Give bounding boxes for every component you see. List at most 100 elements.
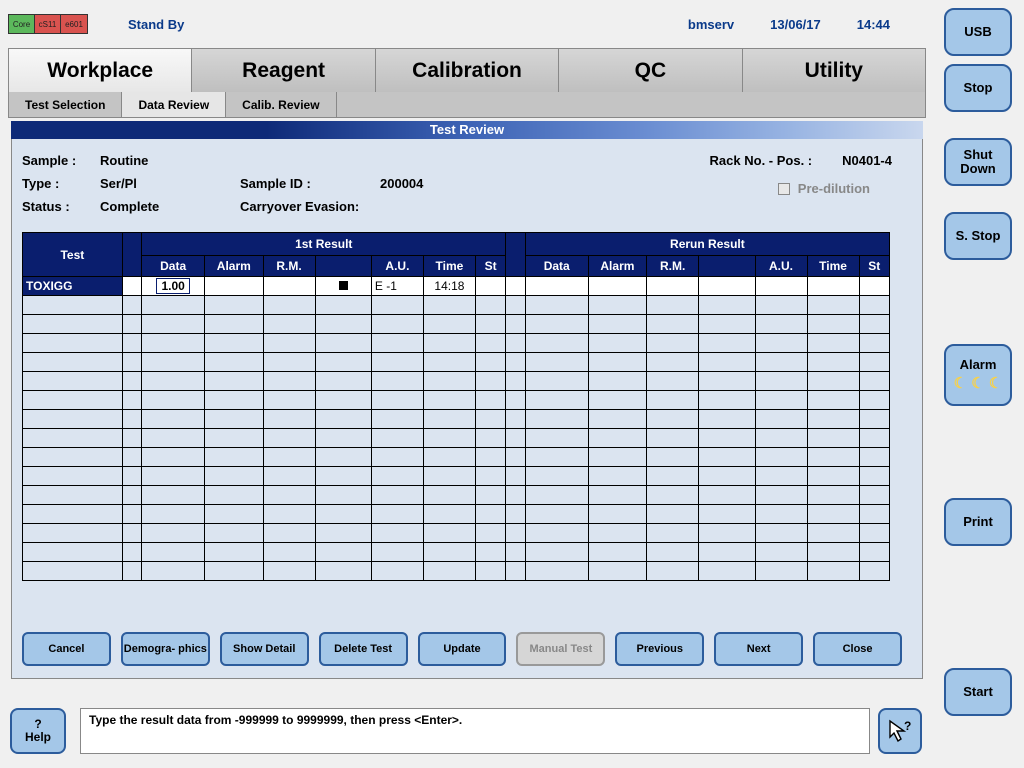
system-time: 14:44 <box>857 17 890 32</box>
th-rerun-result: Rerun Result <box>525 233 889 256</box>
table-row[interactable] <box>23 372 890 391</box>
module-e601: e601 <box>61 15 87 33</box>
sample-value: Routine <box>100 153 240 168</box>
module-indicator: Core cS11 e601 <box>8 14 88 34</box>
pre-dilution-label: Pre-dilution <box>798 181 870 196</box>
tab-utility[interactable]: Utility <box>743 49 925 92</box>
table-row[interactable] <box>23 410 890 429</box>
alarm-label: Alarm <box>960 358 997 372</box>
table-row[interactable] <box>23 543 890 562</box>
tab-calibration[interactable]: Calibration <box>376 49 559 92</box>
user-name: bmserv <box>688 17 734 32</box>
status-label: Status : <box>22 199 100 214</box>
system-date: 13/06/17 <box>770 17 821 32</box>
table-row[interactable] <box>23 315 890 334</box>
marker-icon <box>339 281 348 290</box>
cell-time-1: 14:18 <box>423 277 475 296</box>
result-table: Test 1st Result Rerun Result Data Alarm … <box>22 232 890 581</box>
status-value: Complete <box>100 199 240 214</box>
th-rm-2: R.M. <box>647 256 699 277</box>
table-row[interactable] <box>23 391 890 410</box>
help-label: Help <box>25 731 51 744</box>
main-tabs: Workplace Reagent Calibration QC Utility <box>8 48 926 92</box>
content-panel: Sample : Routine Type : Ser/Pl Sample ID… <box>11 139 923 679</box>
next-button[interactable]: Next <box>714 632 803 666</box>
previous-button[interactable]: Previous <box>615 632 704 666</box>
s-stop-button[interactable]: S. Stop <box>944 212 1012 260</box>
th-st-2: St <box>859 256 889 277</box>
table-row[interactable] <box>23 429 890 448</box>
tab-qc[interactable]: QC <box>559 49 742 92</box>
table-row[interactable] <box>23 505 890 524</box>
tab-reagent[interactable]: Reagent <box>192 49 375 92</box>
side-column: USB Stop Shut Down S. Stop Alarm ☾ ☾ ☾ P… <box>944 4 1018 764</box>
table-row[interactable] <box>23 334 890 353</box>
alarm-button[interactable]: Alarm ☾ ☾ ☾ <box>944 344 1012 406</box>
th-rm-1: R.M. <box>263 256 315 277</box>
module-core: Core <box>9 15 35 33</box>
table-row[interactable] <box>23 467 890 486</box>
svg-text:?: ? <box>904 719 911 733</box>
th-blank-1 <box>315 256 371 277</box>
stop-button[interactable]: Stop <box>944 64 1012 112</box>
table-row[interactable]: TOXIGG 1.00 E -1 14:18 <box>23 277 890 296</box>
table-row[interactable] <box>23 448 890 467</box>
th-test: Test <box>23 233 123 277</box>
th-au-1: A.U. <box>371 256 423 277</box>
cursor-question-icon: ? <box>886 717 914 745</box>
rack-value: N0401-4 <box>842 153 892 168</box>
cell-st-1 <box>475 277 505 296</box>
close-button[interactable]: Close <box>813 632 902 666</box>
th-st-1: St <box>475 256 505 277</box>
cell-test: TOXIGG <box>23 277 123 296</box>
hint-bar: Type the result data from -999999 to 999… <box>80 708 870 754</box>
carryover-label: Carryover Evasion: <box>240 199 530 214</box>
update-button[interactable]: Update <box>418 632 507 666</box>
header-bar: Core cS11 e601 Stand By bmserv 13/06/17 … <box>0 0 930 48</box>
manual-test-button: Manual Test <box>516 632 605 666</box>
subtab-data-review[interactable]: Data Review <box>122 92 226 117</box>
pre-dilution-checkbox: Pre-dilution <box>778 181 870 196</box>
lower-buttons: Cancel Demogra- phics Show Detail Delete… <box>22 632 902 666</box>
show-detail-button[interactable]: Show Detail <box>220 632 309 666</box>
table-row[interactable] <box>23 296 890 315</box>
type-value: Ser/Pl <box>100 176 240 191</box>
cell-alarm-1 <box>205 277 264 296</box>
cell-marker-2 <box>699 277 755 296</box>
shut-down-button[interactable]: Shut Down <box>944 138 1012 186</box>
th-alarm-1: Alarm <box>205 256 264 277</box>
demographics-button[interactable]: Demogra- phics <box>121 632 210 666</box>
table-row[interactable] <box>23 524 890 543</box>
subtab-calib-review[interactable]: Calib. Review <box>226 92 336 117</box>
usb-button[interactable]: USB <box>944 8 1012 56</box>
tab-workplace[interactable]: Workplace <box>9 49 192 92</box>
delete-test-button[interactable]: Delete Test <box>319 632 408 666</box>
sample-id-label: Sample ID : <box>240 176 380 191</box>
cell-st-2 <box>859 277 889 296</box>
th-data-2: Data <box>525 256 588 277</box>
start-button[interactable]: Start <box>944 668 1012 716</box>
th-au-2: A.U. <box>755 256 807 277</box>
module-cs11: cS11 <box>35 15 61 33</box>
cell-rm-2 <box>647 277 699 296</box>
checkbox-icon <box>778 183 790 195</box>
alarm-moon-icon: ☾ ☾ ☾ <box>954 376 1003 393</box>
help-button[interactable]: ? Help <box>10 708 66 754</box>
cursor-help-button[interactable]: ? <box>878 708 922 754</box>
cell-time-2 <box>807 277 859 296</box>
sub-tabs: Test Selection Data Review Calib. Review <box>8 92 926 118</box>
th-time-2: Time <box>807 256 859 277</box>
cancel-button[interactable]: Cancel <box>22 632 111 666</box>
sample-id-value: 200004 <box>380 176 530 191</box>
print-button[interactable]: Print <box>944 498 1012 546</box>
th-alarm-2: Alarm <box>588 256 647 277</box>
table-row[interactable] <box>23 353 890 372</box>
cell-data-1[interactable]: 1.00 <box>142 277 205 296</box>
sample-label: Sample : <box>22 153 100 168</box>
subtab-test-selection[interactable]: Test Selection <box>9 92 122 117</box>
rack-label: Rack No. - Pos. : <box>710 153 813 168</box>
panel-title: Test Review <box>11 121 923 139</box>
cell-rm-1 <box>263 277 315 296</box>
table-row[interactable] <box>23 486 890 505</box>
table-row[interactable] <box>23 562 890 581</box>
